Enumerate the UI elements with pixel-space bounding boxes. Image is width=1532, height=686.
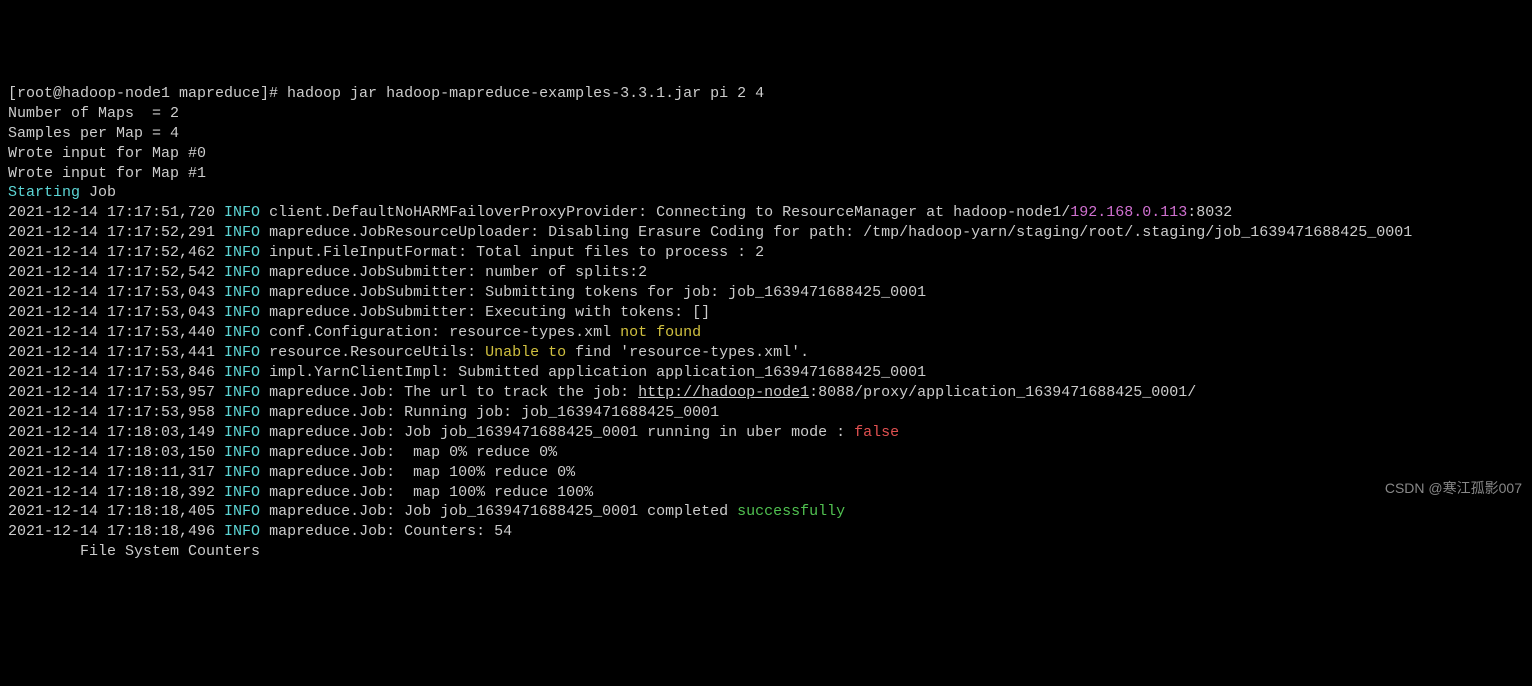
log-message: conf.Configuration: resource-types.xml: [260, 324, 620, 341]
log-highlight: not found: [620, 324, 701, 341]
log-message: mapreduce.Job: map 100% reduce 0%: [260, 464, 575, 481]
log-timestamp: 2021-12-14 17:17:53,043: [8, 304, 224, 321]
shell-prompt: [root@hadoop-node1 mapreduce]#: [8, 85, 287, 102]
log-highlight: Unable to: [485, 344, 566, 361]
output-line: Wrote input for Map #1: [8, 165, 206, 182]
log-level: INFO: [224, 224, 260, 241]
log-message: client.DefaultNoHARMFailoverProxyProvide…: [260, 204, 1070, 221]
log-timestamp: 2021-12-14 17:18:18,496: [8, 523, 224, 540]
log-timestamp: 2021-12-14 17:17:53,440: [8, 324, 224, 341]
log-level: INFO: [224, 304, 260, 321]
log-message: resource.ResourceUtils:: [260, 344, 485, 361]
log-message: find 'resource-types.xml'.: [566, 344, 809, 361]
log-message: :8032: [1187, 204, 1232, 221]
output-line: File System Counters: [8, 543, 260, 560]
log-timestamp: 2021-12-14 17:17:53,958: [8, 404, 224, 421]
log-timestamp: 2021-12-14 17:18:03,149: [8, 424, 224, 441]
log-level: INFO: [224, 344, 260, 361]
log-level: INFO: [224, 384, 260, 401]
starting-keyword: Starting: [8, 184, 80, 201]
log-message: mapreduce.Job: map 100% reduce 100%: [260, 484, 593, 501]
log-message: mapreduce.Job: The url to track the job:: [260, 384, 638, 401]
output-line: Job: [80, 184, 116, 201]
log-timestamp: 2021-12-14 17:18:11,317: [8, 464, 224, 481]
log-highlight: successfully: [737, 503, 845, 520]
log-message: mapreduce.Job: Job job_1639471688425_000…: [260, 424, 854, 441]
log-level: INFO: [224, 264, 260, 281]
tracking-url[interactable]: http://hadoop-node1: [638, 384, 809, 401]
log-level: INFO: [224, 464, 260, 481]
log-level: INFO: [224, 503, 260, 520]
log-message: mapreduce.JobSubmitter: Submitting token…: [260, 284, 926, 301]
log-level: INFO: [224, 204, 260, 221]
log-timestamp: 2021-12-14 17:18:18,405: [8, 503, 224, 520]
log-level: INFO: [224, 364, 260, 381]
log-timestamp: 2021-12-14 17:17:52,462: [8, 244, 224, 261]
log-level: INFO: [224, 284, 260, 301]
output-line: Wrote input for Map #0: [8, 145, 206, 162]
log-message: mapreduce.JobSubmitter: Executing with t…: [260, 304, 710, 321]
log-timestamp: 2021-12-14 17:17:53,957: [8, 384, 224, 401]
log-message: mapreduce.Job: Running job: job_16394716…: [260, 404, 719, 421]
log-timestamp: 2021-12-14 17:17:52,542: [8, 264, 224, 281]
log-message: mapreduce.JobSubmitter: number of splits…: [260, 264, 647, 281]
watermark: CSDN @寒江孤影007: [1385, 479, 1522, 498]
log-timestamp: 2021-12-14 17:17:53,846: [8, 364, 224, 381]
shell-command: hadoop jar hadoop-mapreduce-examples-3.3…: [287, 85, 764, 102]
log-level: INFO: [224, 444, 260, 461]
log-highlight: false: [854, 424, 899, 441]
output-line: Number of Maps = 2: [8, 105, 179, 122]
log-level: INFO: [224, 523, 260, 540]
output-line: Samples per Map = 4: [8, 125, 179, 142]
log-timestamp: 2021-12-14 17:17:53,043: [8, 284, 224, 301]
log-message: :8088/proxy/application_1639471688425_00…: [809, 384, 1196, 401]
log-level: INFO: [224, 424, 260, 441]
log-level: INFO: [224, 244, 260, 261]
ip-address: 192.168.0.113: [1070, 204, 1187, 221]
log-message: mapreduce.JobResourceUploader: Disabling…: [260, 224, 1412, 241]
log-message: mapreduce.Job: Counters: 54: [260, 523, 512, 540]
log-timestamp: 2021-12-14 17:18:03,150: [8, 444, 224, 461]
log-message: input.FileInputFormat: Total input files…: [260, 244, 764, 261]
log-level: INFO: [224, 404, 260, 421]
log-level: INFO: [224, 484, 260, 501]
log-message: mapreduce.Job: map 0% reduce 0%: [260, 444, 557, 461]
log-timestamp: 2021-12-14 17:17:53,441: [8, 344, 224, 361]
terminal-output: [root@hadoop-node1 mapreduce]# hadoop ja…: [8, 84, 1524, 563]
log-level: INFO: [224, 324, 260, 341]
log-timestamp: 2021-12-14 17:17:51,720: [8, 204, 224, 221]
log-message: mapreduce.Job: Job job_1639471688425_000…: [260, 503, 737, 520]
log-message: impl.YarnClientImpl: Submitted applicati…: [260, 364, 926, 381]
log-timestamp: 2021-12-14 17:17:52,291: [8, 224, 224, 241]
log-timestamp: 2021-12-14 17:18:18,392: [8, 484, 224, 501]
